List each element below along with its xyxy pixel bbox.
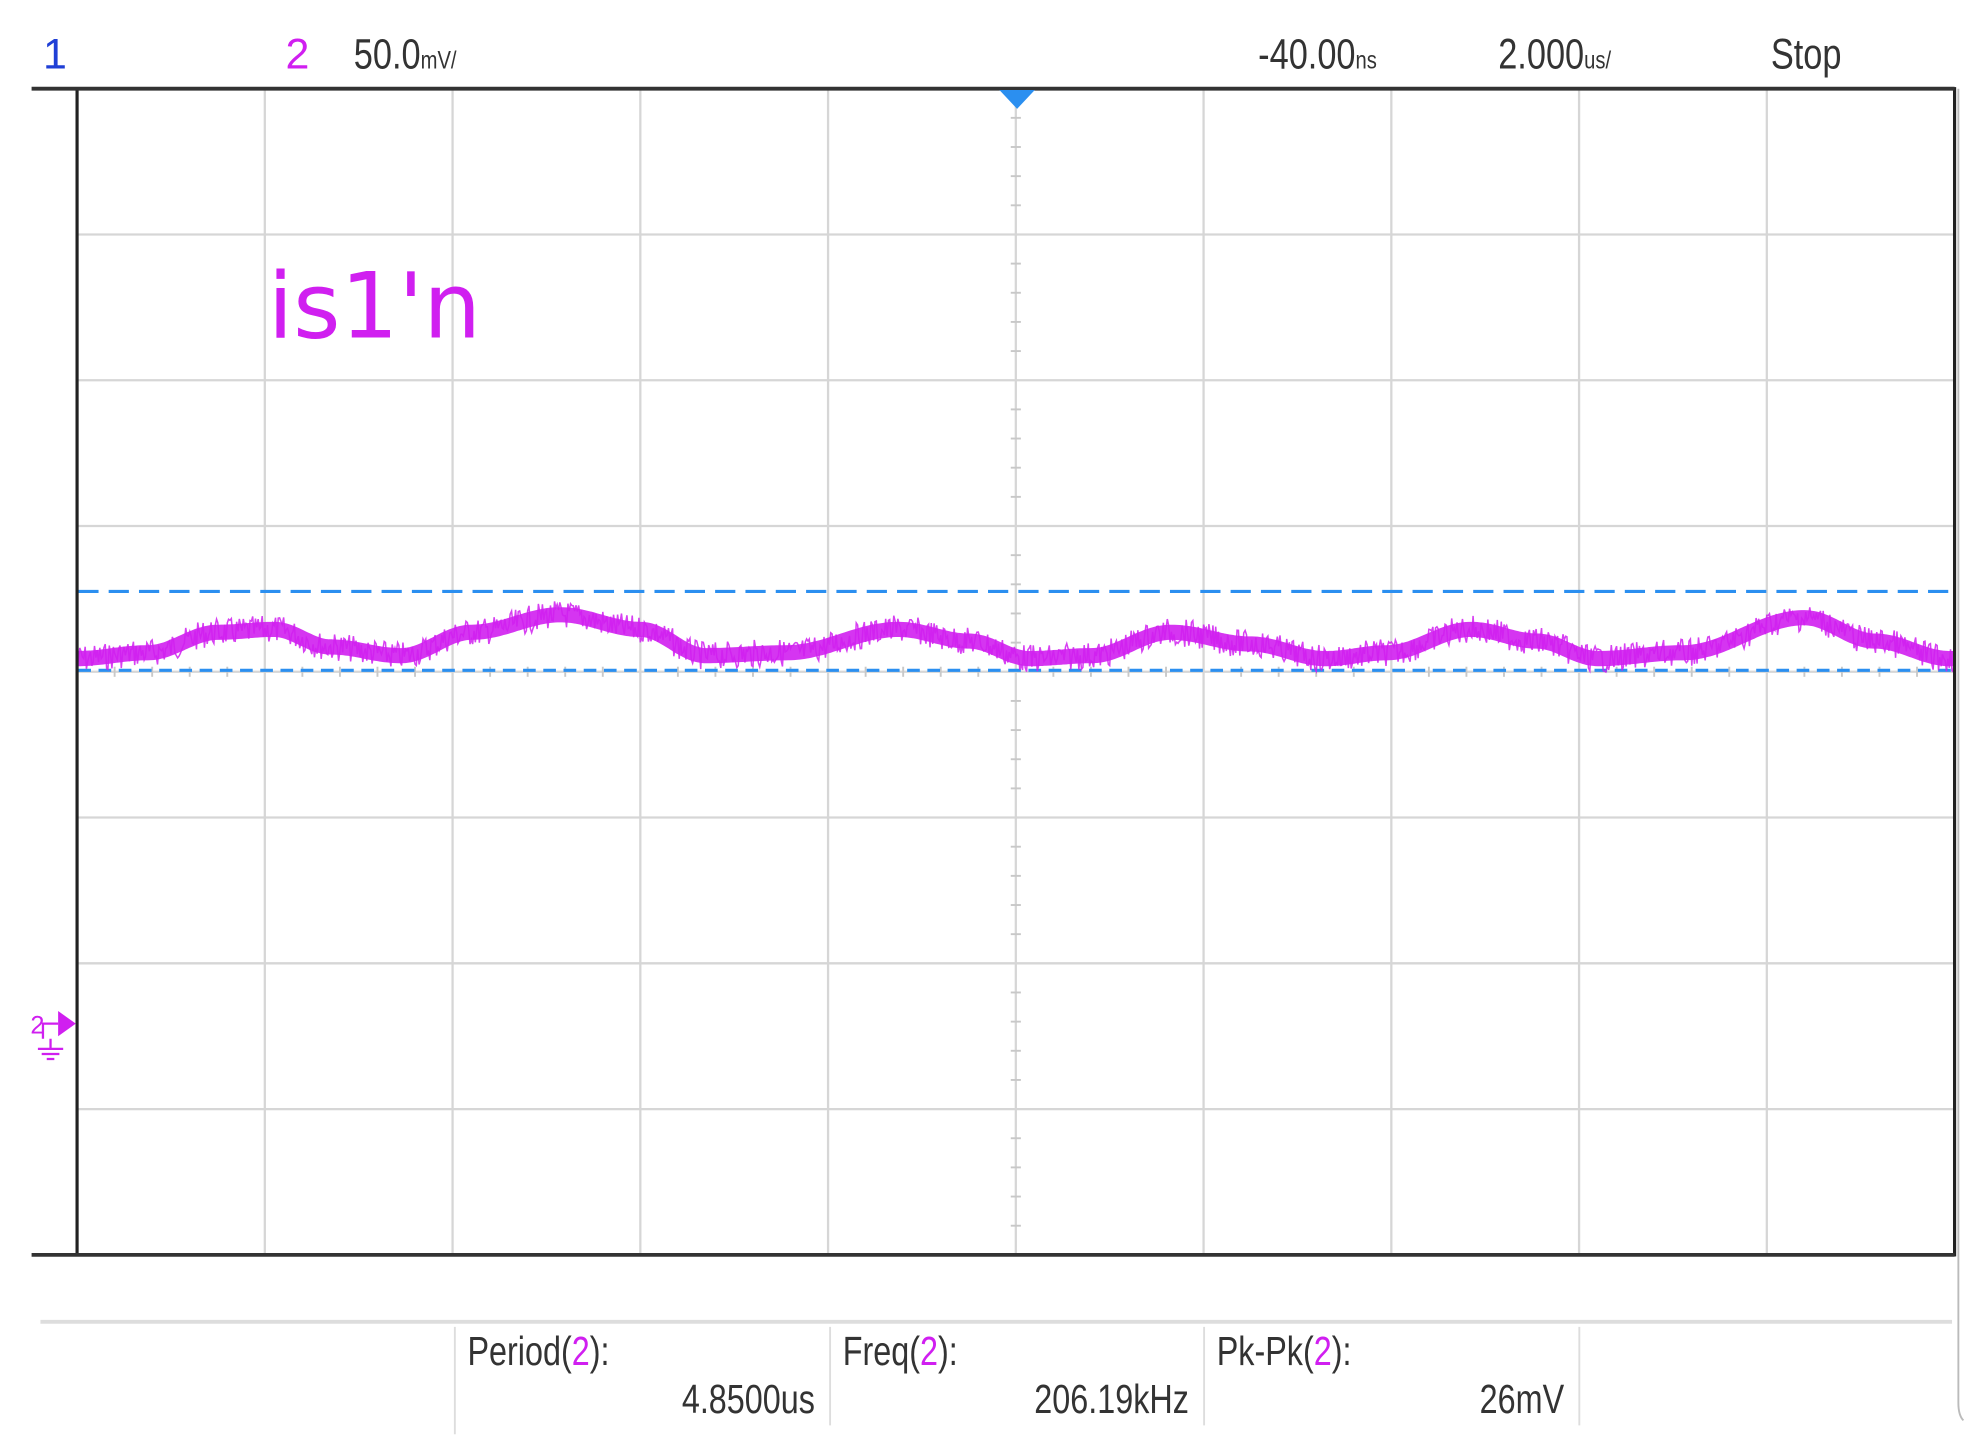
- trigger-delay-value: -40.00: [1258, 31, 1355, 78]
- measurement-value: 26mV: [1480, 1376, 1565, 1421]
- measurement-suffix: ):: [938, 1328, 958, 1373]
- svg-text:Pk-Pk(2):: Pk-Pk(2):: [1217, 1328, 1352, 1373]
- timebase[interactable]: 2.000us/: [1498, 31, 1611, 78]
- timebase-unit: us/: [1584, 45, 1612, 74]
- measurement-pk-pk[interactable]: Pk-Pk(2): 26mV: [1217, 1328, 1565, 1421]
- trigger-position-marker-icon[interactable]: [999, 89, 1035, 109]
- measurement-channel: 2: [1314, 1328, 1332, 1373]
- timebase-value: 2.000: [1498, 31, 1584, 78]
- oscilloscope-screen: 1 2 50.0mV/ -40.00ns 2.000us/ Stop is1'n…: [30, 30, 1965, 1435]
- svg-text:Period(2):: Period(2):: [467, 1328, 609, 1373]
- measurement-label: Period(: [467, 1328, 571, 1373]
- trigger-delay-unit: ns: [1356, 45, 1377, 74]
- channel2-scale-unit: mV/: [421, 45, 457, 74]
- measurement-label: Freq(: [843, 1328, 920, 1373]
- channel1-label[interactable]: 1: [43, 30, 67, 78]
- measurement-label: Pk-Pk(: [1217, 1328, 1314, 1373]
- measurement-channel: 2: [572, 1328, 590, 1373]
- measurement-value: 4.8500us: [682, 1376, 815, 1421]
- waveform-annotation: is1'n: [268, 255, 481, 360]
- measurement-frequency[interactable]: Freq(2): 206.19kHz: [843, 1328, 1189, 1421]
- trigger-delay[interactable]: -40.00ns: [1258, 31, 1377, 78]
- channel2-scale-value: 50.0: [354, 31, 421, 78]
- measurement-suffix: ):: [1332, 1328, 1352, 1373]
- measurements-panel: Period(2): 4.8500us Freq(2): 206.19kHz P…: [453, 1326, 1581, 1435]
- measurement-value: 206.19kHz: [1034, 1376, 1189, 1421]
- run-status[interactable]: Stop: [1771, 31, 1842, 78]
- svg-text:Freq(2):: Freq(2):: [843, 1328, 958, 1373]
- measurement-period[interactable]: Period(2): 4.8500us: [467, 1328, 814, 1421]
- channel2-ground-marker-icon[interactable]: 2: [30, 1011, 76, 1061]
- right-frame-line: [1957, 88, 1965, 1422]
- channel2-scale[interactable]: 50.0mV/: [354, 31, 457, 78]
- measurement-channel: 2: [920, 1328, 938, 1373]
- channel2-label[interactable]: 2: [286, 30, 310, 78]
- measurement-suffix: ):: [590, 1328, 610, 1373]
